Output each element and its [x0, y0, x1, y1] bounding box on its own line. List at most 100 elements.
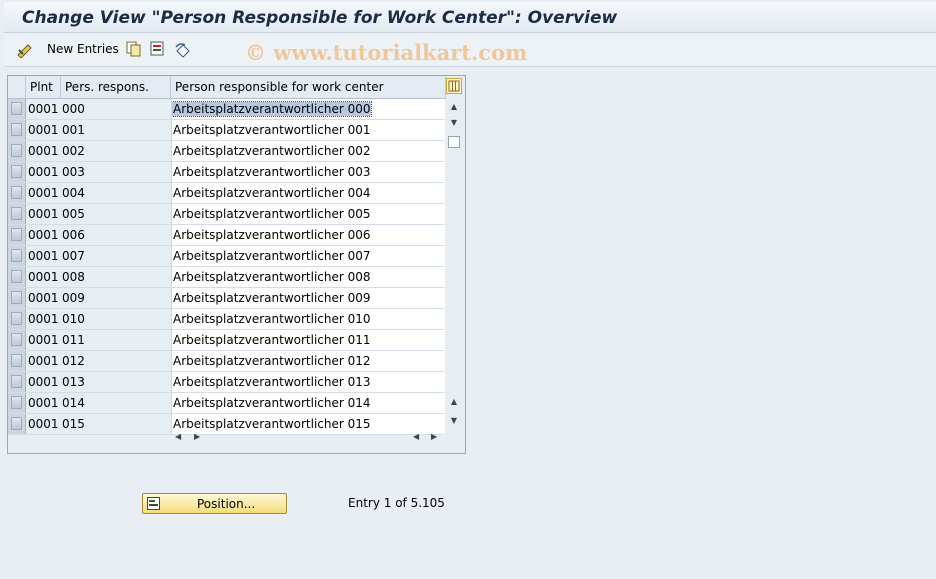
cell-description-input[interactable]: Arbeitsplatzverantwortlicher 011: [171, 330, 445, 350]
row-selector[interactable]: [8, 393, 26, 413]
table-row[interactable]: 0001 013 Arbeitsplatzverantwortlicher 013: [8, 372, 445, 393]
page-down-icon[interactable]: ▼: [449, 118, 459, 128]
delete-icon[interactable]: [150, 41, 166, 58]
cell-description-input[interactable]: Arbeitsplatzverantwortlicher 005: [171, 204, 445, 224]
cell-pers-respons: 008: [62, 270, 85, 284]
position-button[interactable]: Position...: [142, 493, 287, 514]
table-row[interactable]: 0001 002 Arbeitsplatzverantwortlicher 002: [8, 141, 445, 162]
table-row[interactable]: 0001 003 Arbeitsplatzverantwortlicher 003: [8, 162, 445, 183]
watermark: © www.tutorialkart.com: [245, 40, 528, 65]
cell-plnt: 0001: [28, 354, 59, 368]
row-selector[interactable]: [8, 162, 26, 182]
cell-plnt: 0001: [28, 165, 59, 179]
cell-pers-respons: 015: [62, 417, 85, 431]
cell-description-text: Arbeitsplatzverantwortlicher 003: [173, 165, 371, 179]
cell-description-text: Arbeitsplatzverantwortlicher 005: [173, 207, 371, 221]
scroll-down-icon[interactable]: ▼: [449, 416, 459, 426]
cell-pers-respons: 012: [62, 354, 85, 368]
row-selector[interactable]: [8, 99, 26, 119]
cell-description-text: Arbeitsplatzverantwortlicher 004: [173, 186, 371, 200]
row-selector[interactable]: [8, 204, 26, 224]
cell-description-input[interactable]: Arbeitsplatzverantwortlicher 007: [171, 246, 445, 266]
entry-counter: Entry 1 of 5.105: [348, 496, 445, 510]
undo-change-icon[interactable]: [174, 41, 192, 58]
table-row[interactable]: 0001 014 Arbeitsplatzverantwortlicher 014: [8, 393, 445, 414]
copy-as-icon[interactable]: [126, 41, 142, 58]
row-selector[interactable]: [8, 414, 26, 434]
table-row[interactable]: 0001 007 Arbeitsplatzverantwortlicher 007: [8, 246, 445, 267]
row-selector[interactable]: [8, 141, 26, 161]
cell-pers-respons: 001: [62, 123, 85, 137]
cell-description-input[interactable]: Arbeitsplatzverantwortlicher 009: [171, 288, 445, 308]
vertical-scrollbar[interactable]: ▲ ▼ ▲ ▼: [446, 98, 462, 431]
table-row[interactable]: 0001 010 Arbeitsplatzverantwortlicher 010: [8, 309, 445, 330]
page-title: Change View "Person Responsible for Work…: [22, 8, 618, 28]
select-all-corner[interactable]: [8, 76, 26, 99]
cell-pers-respons: 010: [62, 312, 85, 326]
table-row[interactable]: 0001 008 Arbeitsplatzverantwortlicher 008: [8, 267, 445, 288]
row-selector[interactable]: [8, 267, 26, 287]
table-row[interactable]: 0001 006 Arbeitsplatzverantwortlicher 006: [8, 225, 445, 246]
cell-description-text: Arbeitsplatzverantwortlicher 002: [173, 144, 371, 158]
cell-pers-respons: 007: [62, 249, 85, 263]
cell-description-text: Arbeitsplatzverantwortlicher 000: [172, 101, 372, 117]
table-row[interactable]: 0001 015 Arbeitsplatzverantwortlicher 015: [8, 414, 445, 435]
cell-description-text: Arbeitsplatzverantwortlicher 012: [173, 354, 371, 368]
table-row[interactable]: 0001 001 Arbeitsplatzverantwortlicher 001: [8, 120, 445, 141]
scroll-thumb[interactable]: [448, 136, 460, 148]
table-settings-icon[interactable]: [446, 78, 462, 94]
scroll-left-end-icon[interactable]: ◀: [413, 432, 419, 449]
page-up-icon[interactable]: ▲: [449, 397, 459, 407]
row-selector[interactable]: [8, 120, 26, 140]
scroll-up-icon[interactable]: ▲: [449, 102, 459, 112]
column-header-pers-respons[interactable]: Pers. respons.: [61, 76, 171, 99]
cell-description-input[interactable]: Arbeitsplatzverantwortlicher 003: [171, 162, 445, 182]
cell-pers-respons: 004: [62, 186, 85, 200]
table-control: Plnt Pers. respons. Person responsible f…: [7, 75, 466, 454]
scroll-left-icon[interactable]: ◀: [175, 432, 181, 449]
cell-plnt: 0001: [28, 249, 59, 263]
cell-pers-respons: 013: [62, 375, 85, 389]
cell-plnt: 0001: [28, 270, 59, 284]
column-header-plnt[interactable]: Plnt: [26, 76, 61, 99]
table-row[interactable]: 0001 009 Arbeitsplatzverantwortlicher 009: [8, 288, 445, 309]
cell-description-input[interactable]: Arbeitsplatzverantwortlicher 012: [171, 351, 445, 371]
row-selector[interactable]: [8, 225, 26, 245]
cell-description-input[interactable]: Arbeitsplatzverantwortlicher 006: [171, 225, 445, 245]
row-selector[interactable]: [8, 309, 26, 329]
row-selector[interactable]: [8, 246, 26, 266]
row-selector[interactable]: [8, 288, 26, 308]
scroll-right-end-icon[interactable]: ▶: [431, 432, 437, 449]
scroll-right-icon[interactable]: ▶: [194, 432, 200, 449]
column-header-person-responsible[interactable]: Person responsible for work center: [171, 76, 446, 99]
table-row[interactable]: 0001 011 Arbeitsplatzverantwortlicher 011: [8, 330, 445, 351]
display-change-icon[interactable]: [16, 41, 34, 59]
table-row[interactable]: 0001 000 Arbeitsplatzverantwortlicher 000: [8, 99, 445, 120]
cell-description-input[interactable]: Arbeitsplatzverantwortlicher 013: [171, 372, 445, 392]
row-selector[interactable]: [8, 351, 26, 371]
cell-plnt: 0001: [28, 291, 59, 305]
cell-description-input[interactable]: Arbeitsplatzverantwortlicher 008: [171, 267, 445, 287]
cell-description-input[interactable]: Arbeitsplatzverantwortlicher 001: [171, 120, 445, 140]
cell-plnt: 0001: [28, 333, 59, 347]
cell-description-input[interactable]: Arbeitsplatzverantwortlicher 002: [171, 141, 445, 161]
cell-pers-respons: 009: [62, 291, 85, 305]
cell-description-input[interactable]: Arbeitsplatzverantwortlicher 015: [171, 414, 445, 434]
cell-plnt: 0001: [28, 228, 59, 242]
row-selector[interactable]: [8, 372, 26, 392]
table-row[interactable]: 0001 005 Arbeitsplatzverantwortlicher 005: [8, 204, 445, 225]
table-row[interactable]: 0001 012 Arbeitsplatzverantwortlicher 012: [8, 351, 445, 372]
cell-description-input[interactable]: Arbeitsplatzverantwortlicher 010: [171, 309, 445, 329]
cell-description-input[interactable]: Arbeitsplatzverantwortlicher 000: [171, 99, 445, 119]
position-icon: [147, 497, 160, 510]
cell-description-input[interactable]: Arbeitsplatzverantwortlicher 004: [171, 183, 445, 203]
cell-description-text: Arbeitsplatzverantwortlicher 007: [173, 249, 371, 263]
cell-plnt: 0001: [28, 123, 59, 137]
row-selector[interactable]: [8, 183, 26, 203]
new-entries-button[interactable]: New Entries: [47, 41, 119, 58]
row-selector[interactable]: [8, 330, 26, 350]
cell-plnt: 0001: [28, 312, 59, 326]
table-row[interactable]: 0001 004 Arbeitsplatzverantwortlicher 004: [8, 183, 445, 204]
cell-description-input[interactable]: Arbeitsplatzverantwortlicher 014: [171, 393, 445, 413]
cell-plnt: 0001: [28, 102, 59, 116]
